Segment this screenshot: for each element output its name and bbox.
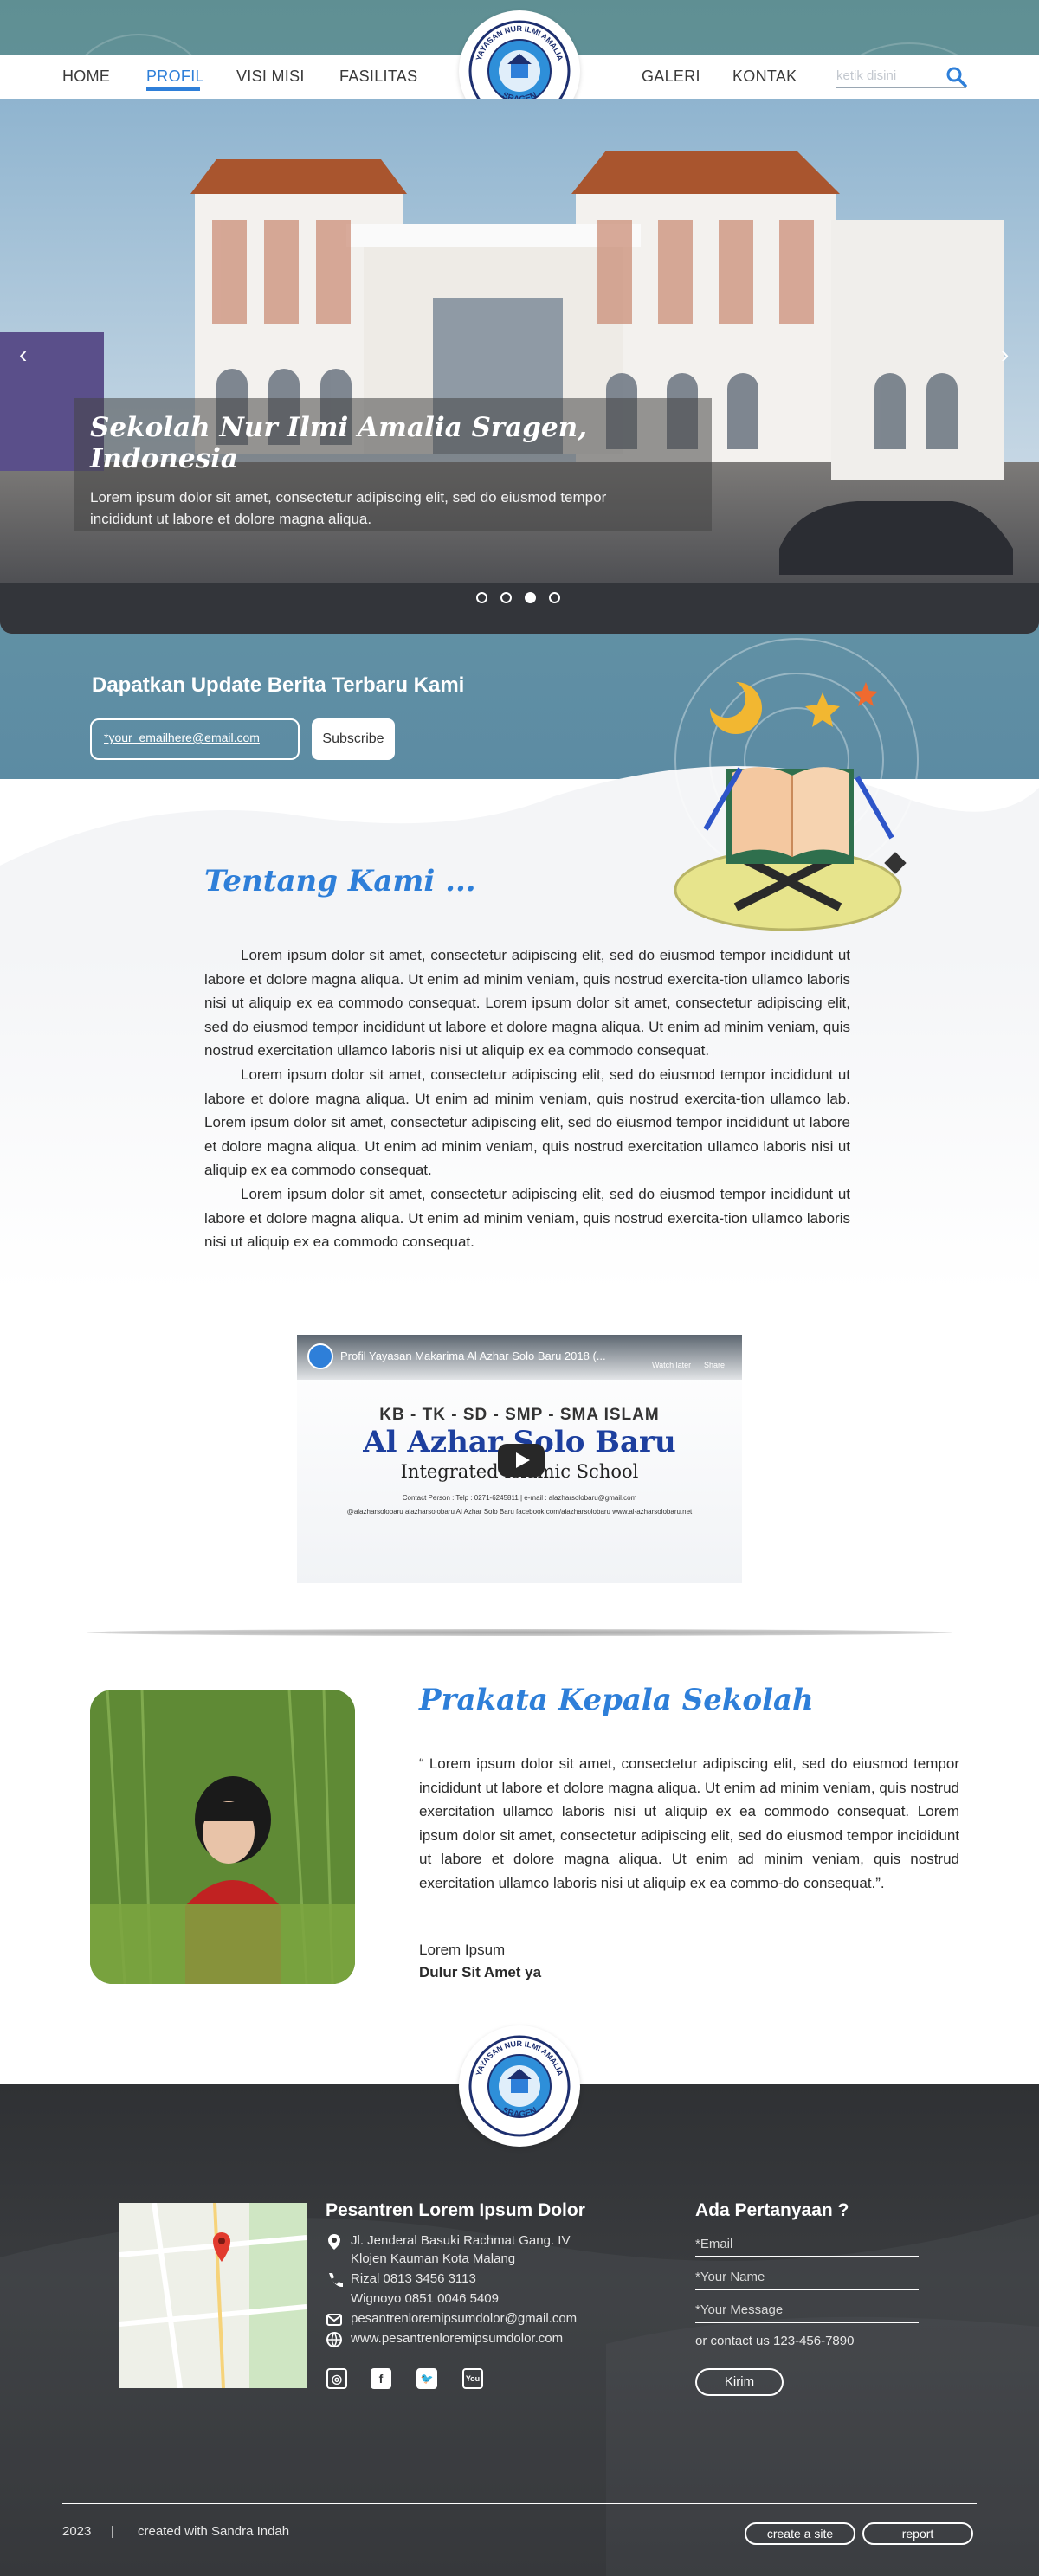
nav-fasilitas[interactable]: FASILITAS: [339, 68, 417, 86]
location-pin-icon: [328, 2234, 340, 2250]
slider-dot[interactable]: [500, 592, 512, 603]
video-line-social: @alazharsolobaru alazharsolobaru Al Azha…: [346, 1508, 693, 1516]
footer-website[interactable]: www.pesantrenloremipsumdolor.com: [351, 2329, 563, 2347]
play-icon[interactable]: [498, 1444, 545, 1477]
principal-title: Prakata Kepala Sekolah: [419, 1683, 814, 1717]
nav-visi-misi[interactable]: VISI MISI: [236, 68, 305, 86]
footer-message-field[interactable]: *Your Message: [695, 2299, 919, 2323]
instagram-icon[interactable]: ◎: [326, 2368, 347, 2389]
nav-home[interactable]: HOME: [62, 68, 110, 86]
hero-prev-arrow[interactable]: ‹: [19, 341, 27, 369]
about-paragraph: Lorem ipsum dolor sit amet, consectetur …: [204, 1066, 850, 1179]
create-site-button[interactable]: create a site: [745, 2522, 855, 2545]
nav-galeri[interactable]: GALERI: [642, 68, 700, 86]
search-input[interactable]: [836, 64, 940, 87]
facebook-icon[interactable]: f: [371, 2368, 391, 2389]
slider-dots: [476, 592, 571, 606]
newsletter-email-input[interactable]: *your_emailhere@email.com: [90, 718, 300, 760]
principal-role: Dulur Sit Amet ya: [419, 1964, 542, 1980]
youtube-video-embed[interactable]: Profil Yayasan Makarima Al Azhar Solo Ba…: [297, 1335, 742, 1583]
footer-name-field[interactable]: *Your Name: [695, 2266, 919, 2290]
map-image: [119, 2203, 307, 2388]
about-paragraph: Lorem ipsum dolor sit amet, consectetur …: [204, 1185, 850, 1251]
channel-logo-icon: [307, 1343, 333, 1369]
hero-description: Lorem ipsum dolor sit amet, consectetur …: [90, 489, 607, 527]
video-title: Profil Yayasan Makarima Al Azhar Solo Ba…: [340, 1349, 606, 1362]
footer-address-line: Jl. Jenderal Basuki Rachmat Gang. IV: [351, 2233, 571, 2248]
youtube-icon[interactable]: You: [462, 2368, 483, 2389]
location-map[interactable]: [119, 2203, 307, 2388]
watch-later-label[interactable]: Watch later: [652, 1361, 691, 1369]
footer-year: 2023: [62, 2524, 92, 2539]
hero-title: Sekolah Nur Ilmi Amalia Sragen, Indonesi…: [90, 412, 588, 474]
school-seal-icon: YAYASAN NUR ILMI AMALIA SRAGEN: [468, 2035, 571, 2137]
slider-dot[interactable]: [476, 592, 487, 603]
hero-slider: ‹ › Sekolah Nur Ilmi Amalia Sragen, Indo…: [0, 99, 1039, 634]
footer-phone: Rizal 0813 3456 3113: [351, 2271, 476, 2286]
school-logo-footer[interactable]: YAYASAN NUR ILMI AMALIA SRAGEN: [459, 2025, 580, 2147]
twitter-icon[interactable]: 🐦: [416, 2368, 437, 2389]
hero-next-arrow[interactable]: ›: [1001, 341, 1009, 369]
about-paragraph: Lorem ipsum dolor sit amet, consectetur …: [204, 947, 850, 1059]
footer-email-field[interactable]: *Email: [695, 2233, 919, 2257]
about-title: Tentang Kami ...: [204, 864, 476, 898]
subscribe-button[interactable]: Subscribe: [312, 718, 395, 760]
email-icon: [326, 2314, 342, 2326]
footer-address-line: Klojen Kauman Kota Malang: [351, 2251, 516, 2266]
footer-question-title: Ada Pertanyaan ?: [695, 2200, 849, 2220]
footer-divider: [62, 2503, 977, 2504]
principal-quote: “ Lorem ipsum dolor sit amet, consectetu…: [419, 1755, 959, 1891]
video-line-levels: KB - TK - SD - SMP - SMA ISLAM: [379, 1406, 660, 1424]
principal-name: Lorem Ipsum: [419, 1942, 506, 1958]
hero-caption: Sekolah Nur Ilmi Amalia Sragen, Indonesi…: [74, 398, 712, 531]
principal-photo: [90, 1690, 355, 1984]
nav-kontak[interactable]: KONTAK: [732, 68, 797, 86]
video-line-contact: Contact Person : Telp : 0271-6245811 | e…: [402, 1494, 637, 1502]
kirim-button[interactable]: Kirim: [695, 2368, 784, 2396]
report-button[interactable]: report: [862, 2522, 973, 2545]
video-title-bar: Profil Yayasan Makarima Al Azhar Solo Ba…: [297, 1335, 742, 1380]
footer-credit: created with Sandra Indah: [138, 2524, 290, 2539]
footer-phone: Wignoyo 0851 0046 5409: [351, 2291, 499, 2306]
phone-icon: [329, 2273, 343, 2288]
footer-email[interactable]: pesantrenloremipsumdolor@gmail.com: [351, 2309, 577, 2328]
footer-separator: |: [111, 2524, 114, 2539]
footer-school-name: Pesantren Lorem Ipsum Dolor: [326, 2200, 585, 2220]
newsletter-title: Dapatkan Update Berita Terbaru Kami: [92, 673, 465, 697]
nav-active-indicator: [146, 87, 200, 91]
section-divider: [87, 1629, 952, 1636]
principal-portrait-image: [90, 1690, 355, 1984]
footer-contact-phone: or contact us 123-456-7890: [695, 2334, 855, 2348]
share-label[interactable]: Share: [704, 1361, 725, 1369]
search-icon[interactable]: [945, 66, 968, 88]
slider-dot-active[interactable]: [525, 592, 536, 603]
globe-icon: [326, 2332, 342, 2348]
quran-book-illustration: [674, 638, 919, 931]
nav-profil[interactable]: PROFIL: [146, 68, 204, 86]
hero-building-image: [0, 99, 1039, 634]
about-text: Lorem ipsum dolor sit amet, consectetur …: [204, 943, 850, 1254]
slider-dot[interactable]: [549, 592, 560, 603]
